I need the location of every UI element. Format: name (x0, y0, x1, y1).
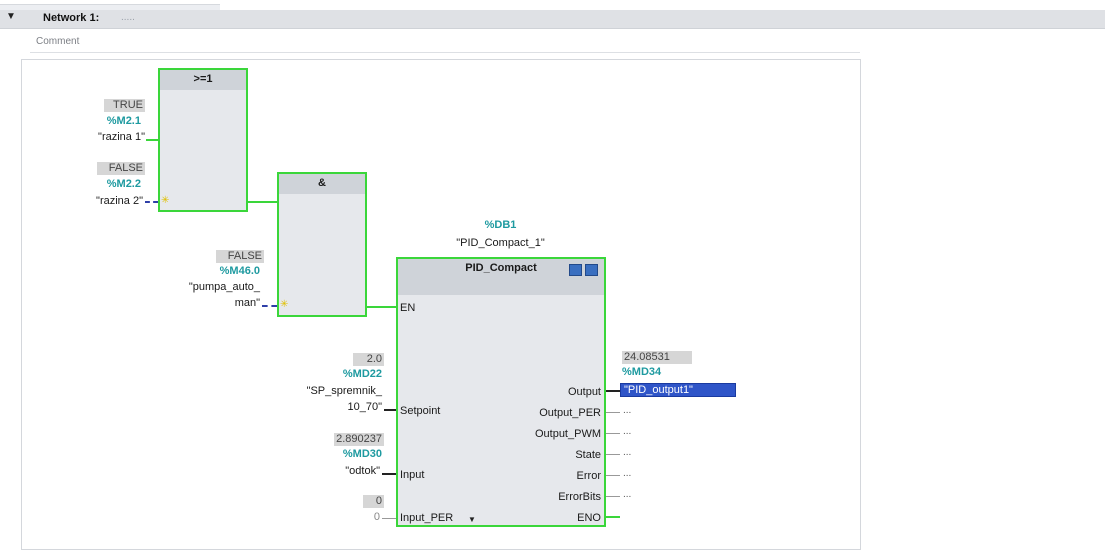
negation-marker-icon: ✳ (280, 299, 289, 310)
network-header[interactable] (0, 10, 1105, 29)
network-comment[interactable]: Comment (36, 36, 79, 47)
comment-divider (30, 52, 860, 53)
pin-errorbits[interactable]: ErrorBits (500, 491, 601, 503)
errorbits-placeholder[interactable]: ... (623, 489, 631, 500)
and-in2-value: FALSE (216, 250, 264, 263)
or-in2-value: FALSE (97, 162, 145, 175)
or-in2-tag[interactable]: "razina 2" (60, 195, 143, 207)
setpoint-address[interactable]: %MD22 (300, 368, 382, 380)
and-in2-address[interactable]: %M46.0 (190, 265, 260, 277)
pid-db-address[interactable]: %DB1 (440, 219, 561, 231)
pid-db-name[interactable]: "PID_Compact_1" (420, 237, 581, 249)
and-in2-tag-line2[interactable]: man" (150, 297, 260, 309)
pin-input[interactable]: Input (400, 469, 424, 481)
output-pwm-placeholder[interactable]: ... (623, 426, 631, 437)
input-tag[interactable]: "odtok" (280, 465, 380, 477)
pin-error[interactable]: Error (500, 470, 601, 482)
errorbits-wire (606, 496, 620, 497)
state-placeholder[interactable]: ... (623, 447, 631, 458)
setpoint-value: 2.0 (353, 353, 384, 366)
chevron-down-icon[interactable]: ▼ (468, 515, 476, 524)
input-per-wire (382, 518, 396, 519)
pin-output-per[interactable]: Output_PER (500, 407, 601, 419)
network-title: Network 1: (43, 12, 100, 24)
input-per-constant[interactable]: 0 (340, 511, 380, 523)
and-in2-tag-line1[interactable]: "pumpa_auto_ (150, 281, 260, 293)
input-per-value: 0 (363, 495, 384, 508)
output-per-wire (606, 412, 620, 413)
negation-marker-icon: ✳ (161, 195, 170, 206)
or-in2-address[interactable]: %M2.2 (80, 178, 141, 190)
output-wire (606, 390, 620, 392)
and-to-pid-wire (367, 306, 398, 308)
collapse-toggle-icon[interactable]: ▼ (6, 11, 16, 22)
pin-state[interactable]: State (500, 449, 601, 461)
and-in2-wire (262, 305, 277, 307)
error-wire (606, 475, 620, 476)
setpoint-tag-line2[interactable]: 10_70" (260, 401, 383, 413)
input-value: 2.890237 (334, 433, 384, 446)
error-placeholder[interactable]: ... (623, 468, 631, 479)
output-tag-field[interactable]: "PID_output1" (620, 383, 736, 397)
or-in1-tag[interactable]: "razina 1" (60, 131, 145, 143)
or-in1-value: TRUE (104, 99, 145, 112)
and-block-title: & (279, 174, 365, 194)
or-block[interactable]: >=1 (158, 68, 248, 212)
or-in2-wire (145, 201, 158, 203)
output-address[interactable]: %MD34 (622, 366, 682, 378)
commissioning-icon[interactable] (569, 264, 582, 276)
or-block-title: >=1 (160, 70, 246, 90)
output-value: 24.08531 (622, 351, 692, 364)
output-per-placeholder[interactable]: ... (623, 405, 631, 416)
input-address[interactable]: %MD30 (300, 448, 382, 460)
or-in1-wire (146, 139, 158, 141)
state-wire (606, 454, 620, 455)
pin-eno[interactable]: ENO (500, 512, 601, 524)
pin-setpoint[interactable]: Setpoint (400, 405, 440, 417)
or-in1-address[interactable]: %M2.1 (80, 115, 141, 127)
pin-output-pwm[interactable]: Output_PWM (500, 428, 601, 440)
or-to-and-wire (248, 201, 278, 203)
eno-wire (606, 516, 620, 518)
pin-en[interactable]: EN (400, 302, 415, 314)
setpoint-tag-line1[interactable]: "SP_spremnik_ (260, 385, 382, 397)
output-pwm-wire (606, 433, 620, 434)
pin-input-per[interactable]: Input_PER (400, 512, 453, 524)
pin-output[interactable]: Output (500, 386, 601, 398)
input-wire (382, 473, 396, 475)
and-block[interactable]: & (277, 172, 367, 317)
pid-block-title: PID_Compact (465, 262, 537, 274)
network-title-placeholder[interactable]: ..... (121, 12, 135, 23)
configuration-icon[interactable] (585, 264, 598, 276)
setpoint-wire (384, 409, 396, 411)
